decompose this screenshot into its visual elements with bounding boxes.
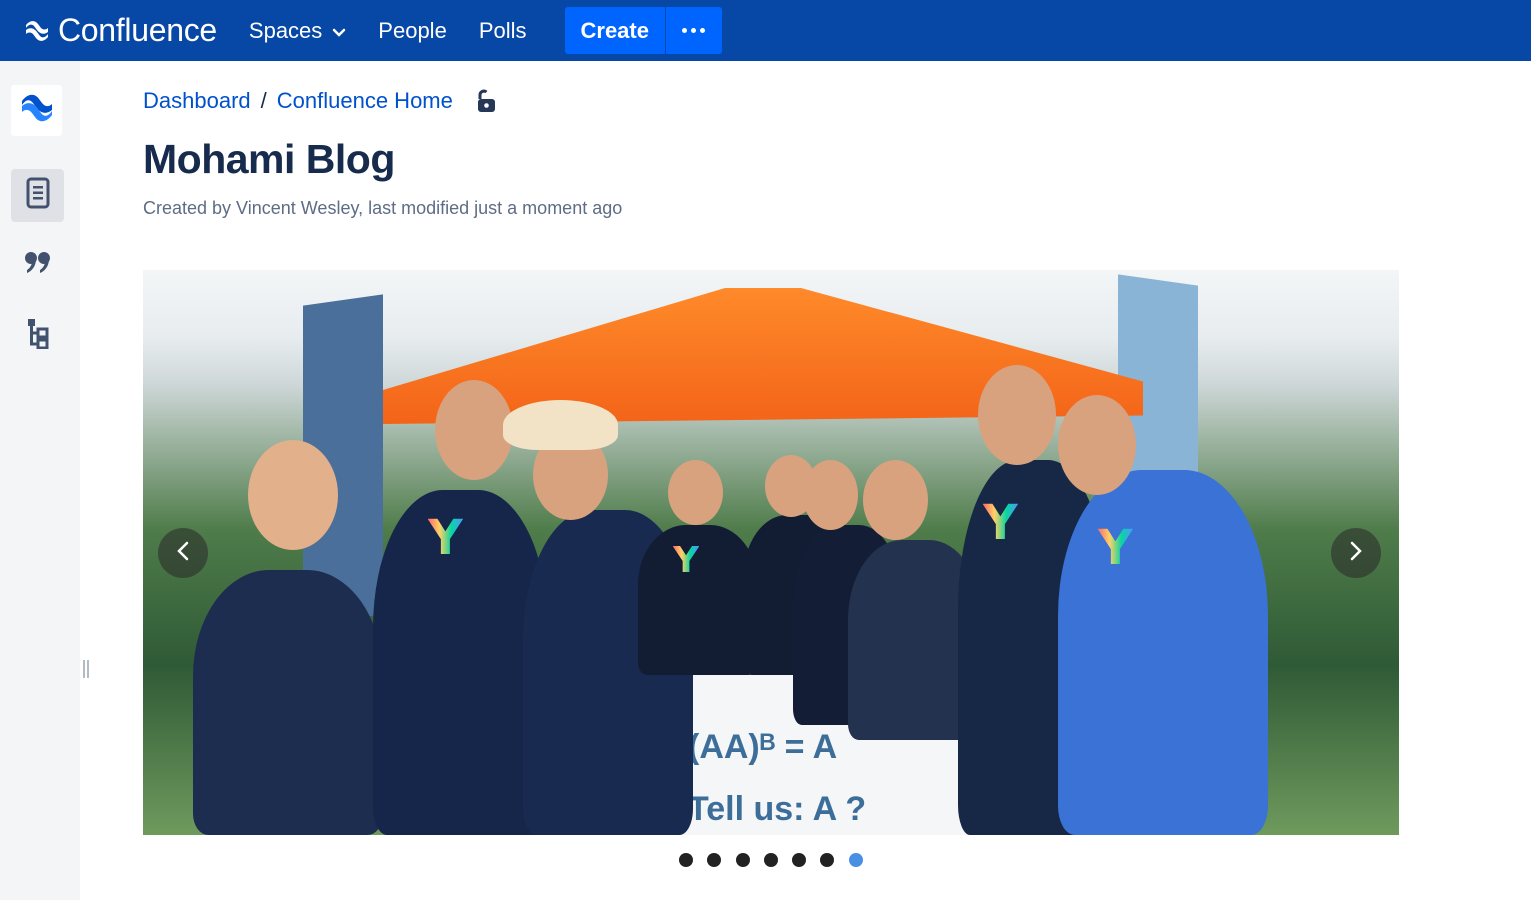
person-head — [803, 460, 858, 530]
blog-button[interactable] — [11, 239, 64, 292]
breadcrumb-separator: / — [260, 88, 267, 113]
pages-button[interactable] — [11, 169, 64, 222]
shirt-logo: Y — [1098, 520, 1133, 576]
create-button[interactable]: Create — [564, 7, 665, 54]
brand-name: Confluence — [58, 12, 217, 48]
spaces-label: Spaces — [248, 17, 323, 43]
breadcrumb: Dashboard / Confluence Home — [143, 88, 497, 114]
carousel-dot[interactable] — [707, 853, 722, 867]
more-create-options-button[interactable] — [664, 7, 722, 54]
carousel-dot[interactable] — [679, 853, 693, 867]
person-head — [435, 380, 513, 480]
space-sidebar — [0, 61, 80, 900]
confluence-logo-icon — [24, 18, 50, 44]
cowboy-hat — [503, 400, 618, 450]
space-logo-button[interactable] — [11, 85, 62, 136]
confluence-logo-icon — [19, 90, 55, 131]
carousel-dot[interactable] — [763, 853, 778, 867]
person-head — [668, 460, 723, 525]
confluence-home-link[interactable]: Confluence — [24, 12, 217, 49]
person-head — [978, 365, 1056, 465]
ellipsis-dot — [691, 28, 697, 33]
person-head — [1058, 395, 1136, 495]
people-label: People — [378, 17, 447, 43]
person-head — [863, 460, 928, 540]
page-byline: Created by Vincent Wesley, last modified… — [143, 198, 623, 218]
ellipsis-icon — [682, 28, 688, 33]
page-tree-button[interactable] — [11, 309, 64, 362]
sidebar-resize-handle[interactable] — [83, 660, 89, 678]
chevron-left-icon — [176, 541, 190, 566]
person-head — [248, 440, 338, 550]
carousel-next-button[interactable] — [1331, 528, 1381, 578]
spaces-menu[interactable]: Spaces — [249, 18, 346, 44]
shirt-logo: Y — [428, 510, 463, 566]
ellipsis-dot — [700, 28, 706, 33]
polls-link[interactable]: Polls — [479, 18, 527, 44]
carousel-dot[interactable] — [848, 853, 863, 867]
person-shirt — [193, 570, 383, 835]
chevron-down-icon — [332, 18, 346, 44]
carousel-dot[interactable] — [820, 853, 835, 867]
page-icon — [26, 177, 50, 214]
carousel-dot[interactable] — [792, 853, 807, 867]
chevron-right-icon — [1349, 541, 1363, 566]
page-tree-icon — [26, 317, 50, 354]
breadcrumb-confluence-home-link[interactable]: Confluence Home — [277, 88, 453, 114]
sign-text-line2: Tell us: A ? — [688, 790, 867, 828]
unlocked-icon[interactable] — [475, 89, 497, 113]
breadcrumb-dashboard-link[interactable]: Dashboard — [143, 88, 251, 114]
shirt-logo: Y — [673, 540, 700, 581]
sign-text-line1: (AA)ᴮ = A — [688, 728, 838, 766]
top-navigation: Confluence Spaces People Polls Create — [0, 0, 1531, 61]
people-link[interactable]: People — [378, 18, 447, 44]
shirt-logo: Y — [983, 495, 1018, 551]
carousel-prev-button[interactable] — [158, 528, 208, 578]
quote-icon — [24, 251, 52, 280]
polls-label: Polls — [478, 17, 527, 43]
person-shirt — [1058, 470, 1268, 835]
carousel-indicators — [679, 853, 877, 867]
page-title: Mohami Blog — [143, 136, 395, 182]
image-carousel: (AA)ᴮ = A Tell us: A ? Y Y Y Y — [143, 270, 1399, 835]
carousel-dot[interactable] — [735, 853, 750, 867]
create-button-group: Create — [564, 7, 722, 54]
